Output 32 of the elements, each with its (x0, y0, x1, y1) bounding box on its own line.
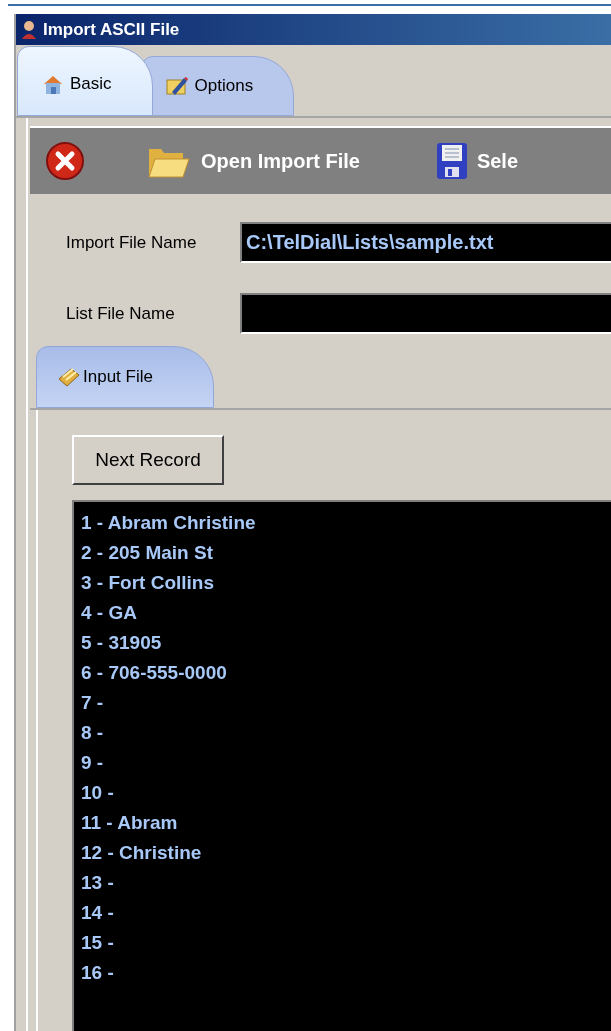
record-line: 14 - (81, 901, 115, 925)
toolbar-button[interactable]: Sele (434, 141, 519, 181)
record-line: 1 - Abram Christine (81, 511, 257, 535)
text-field[interactable]: C:\TelDial\Lists\sample.txt (240, 222, 611, 263)
house-icon (42, 73, 64, 95)
field-label: Import File Name (66, 232, 198, 253)
record-line: 13 - (81, 871, 115, 895)
record-line: 8 - (81, 721, 105, 745)
record-line: 7 - (81, 691, 105, 715)
text-field[interactable] (240, 293, 611, 334)
record-line: 15 - (81, 931, 115, 955)
record-line: 2 - 205 Main St (81, 541, 214, 565)
tab[interactable]: Input File (36, 346, 214, 408)
close-button[interactable] (45, 141, 85, 181)
field-label: List File Name (66, 303, 176, 324)
record-line: 12 - Christine (81, 841, 203, 865)
tab[interactable]: Basic (17, 46, 153, 116)
window-title: Import ASCII File (43, 19, 180, 40)
person-icon (19, 19, 39, 40)
record-line: 9 - (81, 751, 105, 775)
record-line: 5 - 31905 (81, 631, 163, 655)
close-icon (45, 141, 85, 181)
pencil-icon (165, 75, 189, 97)
record-line: 10 - (81, 781, 115, 805)
next-record-button[interactable]: Next Record (72, 435, 224, 485)
record-line: 4 - GA (81, 601, 138, 625)
card-file-icon (57, 365, 81, 389)
record-line: 6 - 706-555-0000 (81, 661, 228, 685)
record-line: 3 - Fort Collins (81, 571, 215, 595)
record-line: 11 - Abram (81, 811, 179, 835)
record-line: 16 - (81, 961, 115, 985)
toolbar-button[interactable]: Open Import File (147, 141, 360, 181)
